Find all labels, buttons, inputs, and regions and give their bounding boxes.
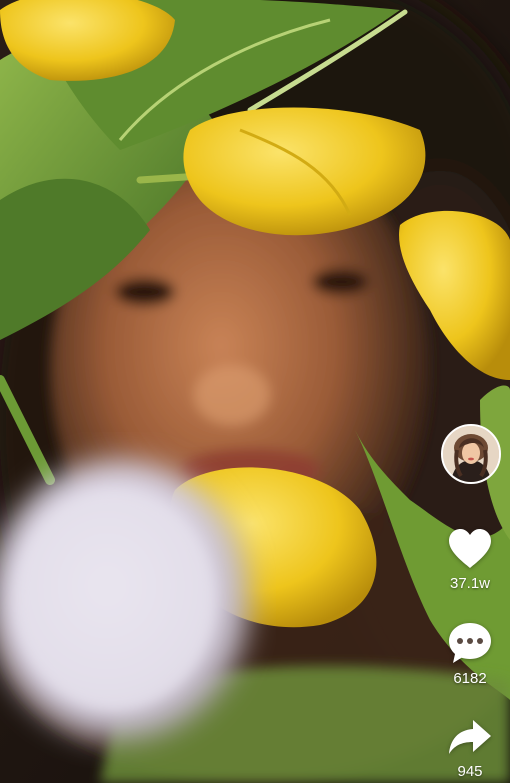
like-button[interactable]: 37.1w <box>430 528 510 592</box>
heart-icon <box>449 529 491 568</box>
share-count: 945 <box>457 763 483 780</box>
share-button[interactable]: 945 <box>430 718 510 780</box>
comment-button[interactable]: 6182 <box>430 621 510 687</box>
share-arrow-icon <box>449 720 491 754</box>
comment-bubble-icon <box>449 623 491 663</box>
like-count: 37.1w <box>449 575 491 592</box>
avatar-portrait-icon <box>443 426 499 482</box>
comment-count: 6182 <box>453 670 487 687</box>
author-avatar[interactable] <box>441 424 501 484</box>
video-feed-screen: 37.1w 6182 945 <box>0 0 510 783</box>
